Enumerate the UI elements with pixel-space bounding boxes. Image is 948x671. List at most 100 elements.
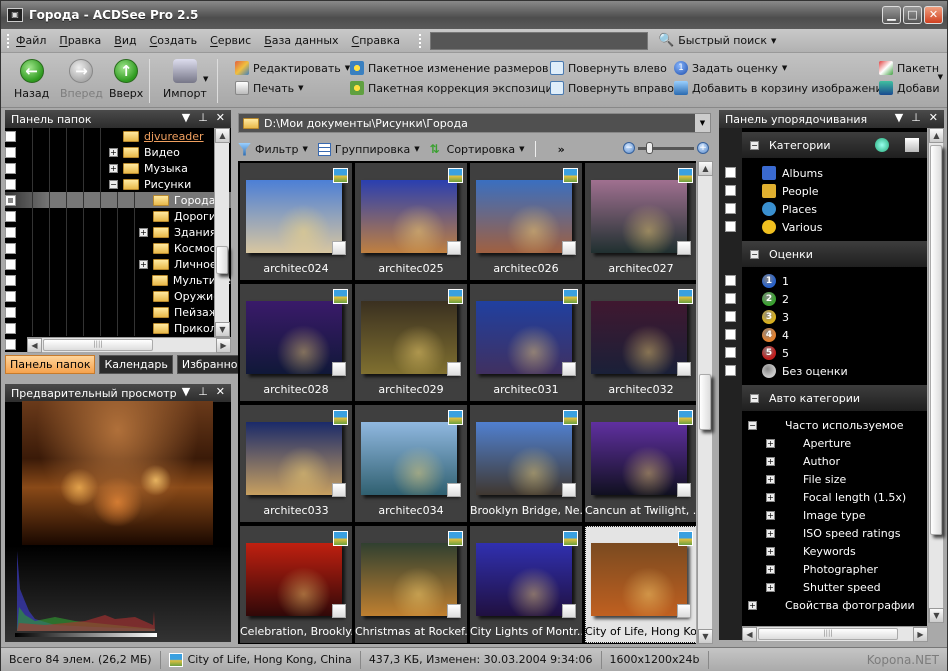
- folder-tree-item[interactable]: djvureader: [5, 128, 231, 144]
- ratings-section[interactable]: − Оценки: [742, 241, 927, 267]
- rating-item[interactable]: 22: [742, 290, 789, 308]
- scroll-down-button[interactable]: ▼: [698, 629, 713, 644]
- up-button[interactable]: ↑ Вверх: [109, 59, 143, 100]
- menu-database[interactable]: База данных: [264, 34, 338, 47]
- organize-hscrollbar[interactable]: ◀ |||| ▶: [742, 626, 928, 642]
- menu-view[interactable]: Вид: [114, 34, 136, 47]
- folder-checkbox[interactable]: [5, 274, 16, 286]
- pin-icon[interactable]: ⊥: [911, 111, 921, 124]
- scroll-thumb[interactable]: ||||: [758, 628, 898, 640]
- thumbnail-item[interactable]: architec032: [585, 284, 696, 401]
- pin-icon[interactable]: ⊥: [198, 385, 208, 398]
- collapse-icon[interactable]: −: [750, 140, 759, 150]
- item-checkbox[interactable]: [725, 293, 736, 304]
- expand-icon[interactable]: +: [139, 227, 148, 237]
- expand-icon[interactable]: +: [766, 474, 775, 484]
- folder-tree-item[interactable]: + Музыка: [5, 160, 231, 176]
- folder-tree-vscrollbar[interactable]: ▲ ▼: [214, 128, 230, 337]
- thumbnail-checkbox[interactable]: [677, 483, 691, 497]
- folder-checkbox[interactable]: [5, 194, 16, 206]
- expand-icon[interactable]: +: [109, 163, 118, 173]
- thumbnail-checkbox[interactable]: [332, 483, 346, 497]
- categories-section[interactable]: − Категории: [742, 132, 927, 158]
- folder-tree-item[interactable]: − Рисунки: [5, 176, 231, 192]
- folder-checkbox[interactable]: [5, 242, 16, 254]
- import-dropdown-arrow[interactable]: ▼: [203, 75, 208, 83]
- rotate-left-button[interactable]: Повернуть влево: [550, 61, 667, 75]
- folder-checkbox[interactable]: [5, 210, 16, 222]
- thumbnail-zoom-slider[interactable]: − +: [623, 141, 709, 154]
- add-more-button[interactable]: Добави: [879, 81, 939, 95]
- thumbnail-item[interactable]: architec025: [355, 163, 467, 280]
- content-vscrollbar[interactable]: ▲ ▼: [697, 161, 713, 644]
- scroll-up-button[interactable]: ▲: [215, 128, 230, 143]
- expand-icon[interactable]: +: [766, 546, 775, 556]
- more-tools-button[interactable]: »: [558, 143, 565, 156]
- print-button[interactable]: Печать ▼: [235, 81, 304, 95]
- toolbar-grip[interactable]: [419, 33, 422, 48]
- thumbnail-checkbox[interactable]: [562, 362, 576, 376]
- folder-checkbox[interactable]: [5, 226, 16, 238]
- rating-item[interactable]: Без оценки: [742, 362, 848, 380]
- thumbnail-checkbox[interactable]: [447, 483, 461, 497]
- tab-calendar[interactable]: Календарь: [99, 355, 173, 374]
- item-checkbox[interactable]: [725, 221, 736, 232]
- grouping-button[interactable]: Группировка ▼: [317, 142, 420, 156]
- item-checkbox[interactable]: [725, 185, 736, 196]
- folder-tree-item[interactable]: Дороги: [5, 208, 231, 224]
- collapse-icon[interactable]: −: [750, 393, 759, 403]
- scroll-right-button[interactable]: ▶: [913, 627, 928, 642]
- zoom-track[interactable]: [638, 141, 694, 154]
- thumbnail-checkbox[interactable]: [447, 604, 461, 618]
- thumbnail-checkbox[interactable]: [447, 362, 461, 376]
- panel-menu-icon[interactable]: ▼: [182, 111, 190, 124]
- zoom-in-icon[interactable]: +: [697, 142, 709, 154]
- category-item[interactable]: Various: [742, 218, 822, 236]
- scroll-left-button[interactable]: ◀: [27, 338, 42, 353]
- menu-help[interactable]: Справка: [352, 34, 400, 47]
- thumbnail-item[interactable]: City of Life, Hong Ko...: [585, 526, 696, 643]
- thumbnail-item[interactable]: Christmas at Rockef...: [355, 526, 467, 643]
- thumbnail-item[interactable]: architec028: [240, 284, 352, 401]
- batch-more-button[interactable]: Пакетн: [879, 61, 939, 75]
- item-checkbox[interactable]: [725, 311, 736, 322]
- expand-icon[interactable]: +: [139, 259, 148, 269]
- item-checkbox[interactable]: [725, 167, 736, 178]
- folder-checkbox[interactable]: [5, 338, 16, 350]
- edit-button[interactable]: Редактировать ▼: [235, 61, 350, 75]
- close-icon[interactable]: ✕: [216, 385, 225, 398]
- folder-tree-item[interactable]: Города: [5, 192, 231, 208]
- thumbnail-item[interactable]: City Lights of Montr...: [470, 526, 582, 643]
- zoom-knob[interactable]: [646, 141, 654, 154]
- auto-category-item[interactable]: + Image type: [742, 506, 866, 524]
- thumbnail-item[interactable]: Celebration, Brookly...: [240, 526, 352, 643]
- panel-menu-icon[interactable]: ▼: [182, 385, 190, 398]
- thumbnail-item[interactable]: architec029: [355, 284, 467, 401]
- folder-tree-hscrollbar[interactable]: ◀ |||| ▶: [27, 337, 231, 353]
- thumbnail-checkbox[interactable]: [447, 241, 461, 255]
- scroll-down-button[interactable]: ▼: [929, 608, 944, 623]
- expand-icon[interactable]: +: [766, 510, 775, 520]
- sorting-button[interactable]: ⇅ Сортировка ▼: [430, 142, 525, 156]
- thumbnail-checkbox[interactable]: [677, 362, 691, 376]
- category-item[interactable]: Albums: [742, 164, 823, 182]
- auto-category-item[interactable]: + Focal length (1.5x): [742, 488, 906, 506]
- scroll-up-button[interactable]: ▲: [698, 161, 713, 176]
- folder-tree-item[interactable]: Приколы: [5, 320, 231, 336]
- set-rating-button[interactable]: 1 Задать оценку ▼: [674, 61, 787, 75]
- thumbnail-item[interactable]: architec033: [240, 405, 352, 522]
- category-item[interactable]: People: [742, 182, 819, 200]
- thumbnail-item[interactable]: architec024: [240, 163, 352, 280]
- panel-menu-icon[interactable]: ▼: [895, 111, 903, 124]
- folder-tree-item[interactable]: + Видео: [5, 144, 231, 160]
- scroll-thumb[interactable]: [930, 145, 942, 535]
- address-bar[interactable]: D:\Мои документы\Рисунки\Города ▼: [238, 113, 711, 133]
- auto-category-item[interactable]: + File size: [742, 470, 846, 488]
- rotate-right-button[interactable]: Повернуть вправо: [550, 81, 674, 95]
- expand-icon[interactable]: +: [766, 456, 775, 466]
- category-item[interactable]: Places: [742, 200, 817, 218]
- folder-checkbox[interactable]: [5, 146, 16, 158]
- zoom-out-icon[interactable]: −: [623, 142, 635, 154]
- tab-folders[interactable]: Панель папок: [5, 355, 96, 374]
- back-button[interactable]: ← Назад: [14, 59, 49, 100]
